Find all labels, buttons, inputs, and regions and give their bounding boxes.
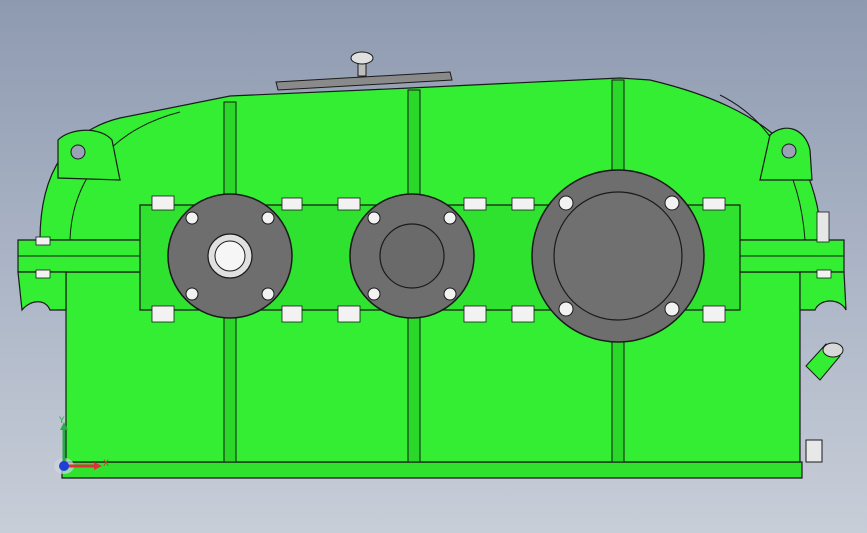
bearing-cover-input — [167, 193, 293, 319]
graphics-viewport[interactable]: X Y — [0, 0, 867, 533]
z-axis-dot — [59, 461, 69, 471]
breather-cap — [350, 51, 374, 65]
oil-level-gauge — [805, 342, 844, 381]
flange-bolt-left — [35, 236, 51, 246]
lug-hole-left — [70, 144, 86, 160]
bearing-cover-output — [531, 169, 705, 343]
base-plate — [61, 461, 803, 479]
flange-bolt-right-lower — [816, 269, 832, 279]
lug-hole-right — [781, 143, 797, 159]
y-axis-label: Y — [59, 416, 65, 426]
flange-bolt-left-lower — [35, 269, 51, 279]
x-axis-label: X — [103, 459, 110, 469]
bearing-cover-intermediate — [349, 193, 475, 319]
gearbox-model[interactable] — [0, 0, 867, 533]
coordinate-triad — [54, 422, 102, 474]
drain-plug — [805, 439, 823, 463]
flange-bolt-right — [816, 211, 830, 243]
